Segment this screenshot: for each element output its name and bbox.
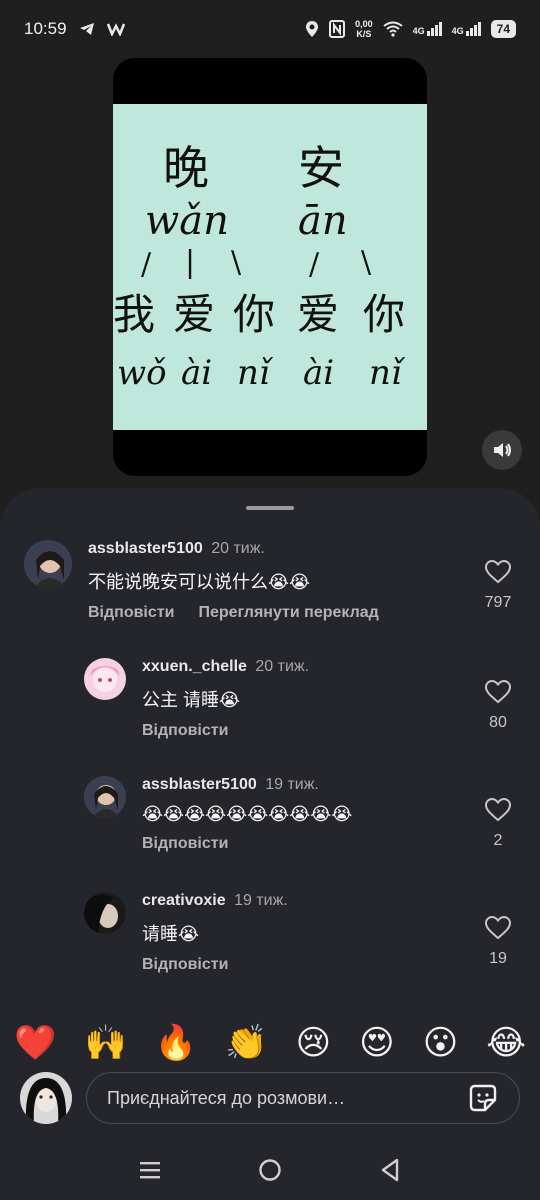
emoji-laughing-button[interactable]: 😂 xyxy=(486,1023,526,1063)
comment-text: 公主 请睡😭 xyxy=(142,690,241,710)
comment-text: 😭😭😭😭😭😭😭😭😭😭 xyxy=(142,804,353,824)
net-speed-unit: K/S xyxy=(356,29,372,39)
nfc-icon xyxy=(329,20,346,38)
hw-tone-mark: | xyxy=(185,245,195,280)
comment-reply-item: assblaster5100 19 тиж. 😭😭😭😭😭😭😭😭😭😭 Відпов… xyxy=(84,776,462,853)
comment-input-placeholder: Приєднайтеся до розмови… xyxy=(107,1087,346,1108)
comment-item: assblaster5100 20 тиж. 不能说晚安可以说什么😭😭 Відп… xyxy=(24,540,448,622)
hw-pinyin: wǎn xyxy=(145,198,229,244)
system-nav-bar xyxy=(0,1140,540,1200)
w-app-icon xyxy=(106,23,125,36)
emoji-heart-button[interactable]: ❤️ xyxy=(14,1023,56,1063)
avatar[interactable] xyxy=(84,892,126,934)
like-count: 80 xyxy=(489,714,507,731)
heart-icon xyxy=(485,560,511,584)
handwriting-drawing: 晚 安 wǎn ān / | \ / \ 我 爱 你 爱 你 wǒ ài nǐ … xyxy=(113,141,406,393)
comment-username[interactable]: assblaster5100 xyxy=(88,540,203,557)
comment-reply-item: creativoxie 19 тиж. 请睡😭 Відповісти xyxy=(84,892,462,974)
signal-bars-icon xyxy=(465,22,481,36)
status-bar: 10:59 0,00 K/S 4G 4G 74 xyxy=(0,0,540,58)
emoji-heart-eyes-button[interactable]: 😍 xyxy=(359,1023,394,1063)
signal-2: 4G xyxy=(452,22,481,36)
comment-reply-item: xxuen._chelle 20 тиж. 公主 请睡😭 Відповісти xyxy=(84,658,462,740)
emoji-raised-hands-button[interactable]: 🙌 xyxy=(84,1023,126,1063)
hw-char: 安 xyxy=(298,141,344,195)
emoji-surprised-button[interactable]: 😮 xyxy=(423,1023,458,1063)
translate-button[interactable]: Переглянути переклад xyxy=(198,604,378,622)
avatar[interactable] xyxy=(84,658,126,700)
signal-bars-icon xyxy=(426,22,442,36)
comment-time: 20 тиж. xyxy=(255,658,310,675)
video-player[interactable]: 晚 安 wǎn ān / | \ / \ 我 爱 你 爱 你 wǒ ài nǐ … xyxy=(113,58,427,476)
comment-username[interactable]: assblaster5100 xyxy=(142,776,257,793)
reply-button[interactable]: Відповісти xyxy=(142,722,228,740)
sheet-drag-handle[interactable] xyxy=(246,506,294,510)
sticker-icon[interactable] xyxy=(467,1082,499,1114)
hw-tone-mark: / xyxy=(141,247,152,282)
hw-char: 你 xyxy=(233,290,275,339)
reply-button[interactable]: Відповісти xyxy=(142,835,228,853)
handwritten-note-image: 晚 安 wǎn ān / | \ / \ 我 爱 你 爱 你 wǒ ài nǐ … xyxy=(113,104,427,430)
reply-button[interactable]: Відповісти xyxy=(142,956,228,974)
comment-time: 20 тиж. xyxy=(211,540,265,557)
avatar[interactable] xyxy=(24,540,72,588)
hw-pinyin: wǒ xyxy=(117,353,167,393)
hw-pinyin: nǐ xyxy=(237,353,274,393)
hw-char: 爱 xyxy=(297,290,339,339)
wifi-icon xyxy=(382,21,403,37)
like-button[interactable]: 80 xyxy=(478,680,518,732)
signal-1: 4G xyxy=(413,22,442,36)
sound-toggle-button[interactable] xyxy=(482,430,522,470)
hw-char: 我 xyxy=(113,290,155,339)
back-icon[interactable] xyxy=(379,1158,401,1182)
like-count: 797 xyxy=(484,594,512,611)
telegram-icon xyxy=(79,23,94,35)
comment-time: 19 тиж. xyxy=(265,776,319,793)
signal-2-label: 4G xyxy=(451,26,464,36)
hw-pinyin: ān xyxy=(298,198,348,244)
like-count: 19 xyxy=(489,950,507,967)
hw-char: 晚 xyxy=(163,141,209,195)
hw-pinyin: ài xyxy=(181,353,212,393)
hw-char: 爱 xyxy=(173,290,215,339)
signal-1-label: 4G xyxy=(412,26,425,36)
comment-username[interactable]: xxuen._chelle xyxy=(142,658,247,675)
like-button[interactable]: 797 xyxy=(478,560,518,612)
hw-tone-mark: \ xyxy=(231,245,242,280)
emoji-fire-button[interactable]: 🔥 xyxy=(155,1023,197,1063)
hw-tone-mark: / xyxy=(309,247,320,282)
emoji-clap-button[interactable]: 👏 xyxy=(225,1023,267,1063)
emoji-sad-button[interactable]: 😢 xyxy=(296,1023,331,1063)
home-icon[interactable] xyxy=(258,1158,282,1182)
like-button[interactable]: 2 xyxy=(478,798,518,850)
net-speed: 0,00 K/S xyxy=(355,19,373,39)
like-count: 2 xyxy=(493,832,503,849)
heart-icon xyxy=(485,916,511,940)
hw-pinyin: ài xyxy=(303,353,334,393)
reply-button[interactable]: Відповісти xyxy=(88,604,174,622)
avatar[interactable] xyxy=(84,776,126,818)
status-time: 10:59 xyxy=(24,19,67,38)
heart-icon xyxy=(485,680,511,704)
comment-username[interactable]: creativoxie xyxy=(142,892,226,909)
speaker-icon xyxy=(494,443,511,457)
hw-pinyin: nǐ xyxy=(369,353,406,393)
like-button[interactable]: 19 xyxy=(478,916,518,968)
heart-icon xyxy=(485,798,511,822)
emoji-quick-bar: ❤️ 🙌 🔥 👏 😢 😍 😮 😂 xyxy=(0,1020,540,1066)
recent-apps-icon[interactable] xyxy=(139,1159,161,1181)
hw-tone-mark: \ xyxy=(361,245,372,280)
comment-text: 请睡😭 xyxy=(142,924,200,944)
comment-input-row: Приєднайтеся до розмови… xyxy=(0,1066,540,1130)
avatar[interactable] xyxy=(20,1072,72,1124)
net-speed-value: 0,00 xyxy=(355,19,373,29)
comment-time: 19 тиж. xyxy=(234,892,288,909)
comment-text: 不能说晚安可以说什么😭😭 xyxy=(88,572,311,592)
comment-input[interactable]: Приєднайтеся до розмови… xyxy=(86,1072,520,1124)
location-icon xyxy=(306,21,319,37)
battery-indicator: 74 xyxy=(490,20,516,38)
hw-char: 你 xyxy=(363,290,405,339)
comment-header: assblaster5100 20 тиж. xyxy=(88,540,448,558)
